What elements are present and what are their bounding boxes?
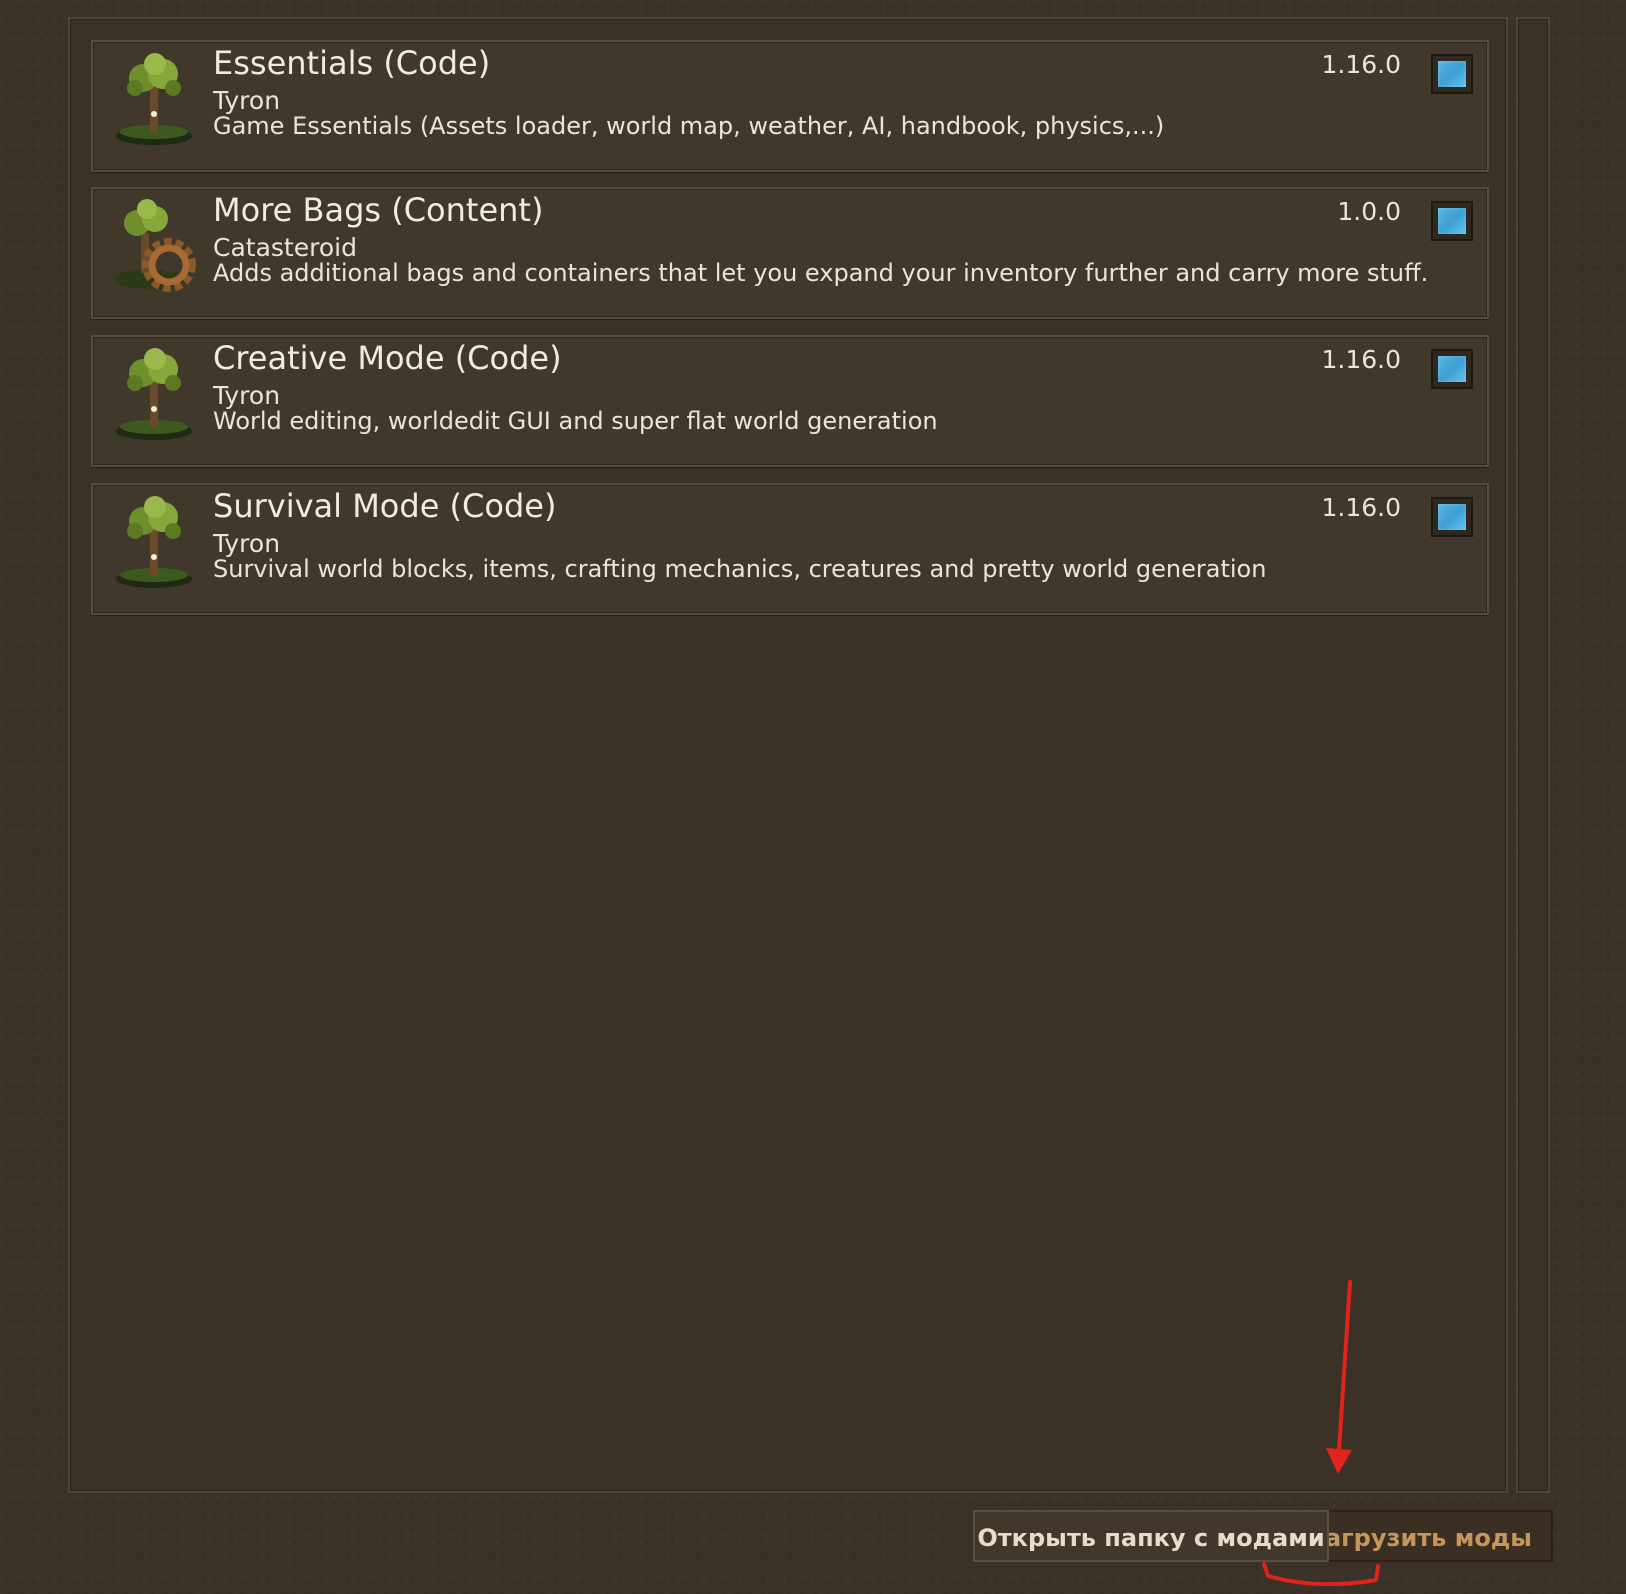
mod-version: 1.16.0 bbox=[1321, 345, 1401, 374]
vintage-story-tree-icon bbox=[116, 496, 192, 588]
mod-title: More Bags (Content) bbox=[213, 191, 544, 229]
mod-description: Game Essentials (Assets loader, world ma… bbox=[213, 112, 1165, 140]
mod-title: Creative Mode (Code) bbox=[213, 339, 562, 377]
mod-author: Tyron bbox=[213, 86, 281, 115]
mod-enabled-checkbox[interactable] bbox=[1431, 201, 1473, 241]
mod-version: 1.16.0 bbox=[1321, 50, 1401, 79]
mod-item-more-bags[interactable]: More Bags (Content) Catasteroid Adds add… bbox=[91, 187, 1489, 319]
mod-list-scrollbar[interactable] bbox=[1516, 17, 1550, 1493]
mod-description: World editing, worldedit GUI and super f… bbox=[213, 407, 938, 435]
vintage-story-tree-icon bbox=[116, 348, 192, 440]
mod-item-survival-mode[interactable]: Survival Mode (Code) Tyron Survival worl… bbox=[91, 483, 1489, 615]
mod-description: Survival world blocks, items, crafting m… bbox=[213, 555, 1267, 583]
mod-author: Catasteroid bbox=[213, 233, 357, 262]
open-mods-folder-button[interactable]: Открыть папку с модами bbox=[973, 1510, 1329, 1562]
mod-version: 1.0.0 bbox=[1337, 197, 1401, 226]
mod-version: 1.16.0 bbox=[1321, 493, 1401, 522]
vintage-story-tree-icon bbox=[116, 53, 192, 145]
mod-item-creative-mode[interactable]: Creative Mode (Code) Tyron World editing… bbox=[91, 335, 1489, 467]
mod-title: Essentials (Code) bbox=[213, 44, 491, 82]
mod-enabled-checkbox[interactable] bbox=[1431, 497, 1473, 537]
mod-author: Tyron bbox=[213, 381, 281, 410]
tree-gear-icon bbox=[115, 199, 196, 292]
mod-author: Tyron bbox=[213, 529, 281, 558]
mod-item-essentials[interactable]: Essentials (Code) Tyron Game Essentials … bbox=[91, 40, 1489, 172]
annotation-underline-bracket bbox=[1262, 1562, 1380, 1587]
mod-title: Survival Mode (Code) bbox=[213, 487, 557, 525]
mod-enabled-checkbox[interactable] bbox=[1431, 349, 1473, 389]
mod-enabled-checkbox[interactable] bbox=[1431, 54, 1473, 94]
mod-description: Adds additional bags and containers that… bbox=[213, 259, 1429, 287]
